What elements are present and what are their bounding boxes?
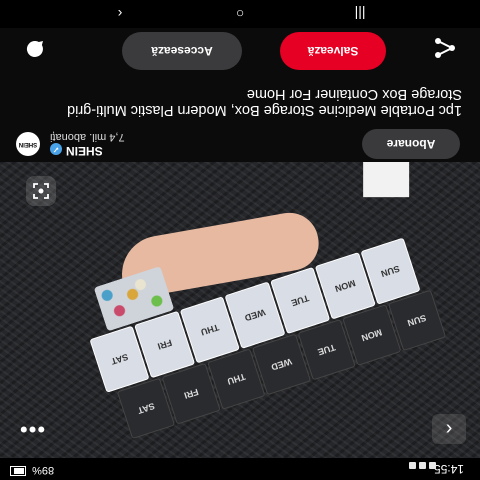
comment-icon[interactable]: [24, 38, 46, 60]
channel-row: SHEIN SHEIN✓ 7,4 mil. abonați Abonare: [0, 126, 480, 162]
home-button[interactable]: ○: [220, 4, 260, 24]
package-box: [363, 162, 410, 198]
status-time: 14:55: [433, 462, 464, 476]
avatar[interactable]: SHEIN: [16, 132, 40, 156]
verified-badge-icon: ✓: [50, 143, 62, 155]
back-nav-button[interactable]: ‹: [100, 4, 140, 24]
home-icon: ○: [235, 6, 245, 22]
system-nav-bar: ||| ○ ‹: [0, 0, 480, 28]
more-options-button[interactable]: •••: [12, 414, 52, 444]
visual-search-button[interactable]: [26, 176, 56, 206]
more-dots-icon: •••: [18, 417, 46, 442]
notification-icons: [396, 462, 436, 475]
recent-apps-icon: |||: [354, 6, 366, 22]
pin-image[interactable]: SUN MON TUE WED THU FRI SAT SUN MON TUE …: [0, 162, 480, 458]
app-screen: 14:55 89% SUN MON TUE WED THU FRI SAT SU…: [0, 0, 480, 480]
pin-title: 1pc Portable Medicine Storage Box, Moder…: [67, 86, 462, 118]
follow-button[interactable]: Abonare: [362, 129, 460, 159]
chevron-left-icon: ‹: [445, 418, 453, 441]
recent-apps-button[interactable]: |||: [340, 4, 380, 24]
back-button[interactable]: ‹: [432, 414, 466, 444]
status-bar: 14:55 89%: [0, 458, 480, 480]
share-icon[interactable]: [432, 36, 458, 60]
visit-button[interactable]: Accesează: [122, 32, 242, 70]
channel-name[interactable]: SHEIN✓: [50, 143, 103, 158]
back-nav-icon: ‹: [117, 6, 123, 22]
battery-icon: [10, 466, 26, 476]
action-row: Accesează Salvează: [0, 30, 480, 70]
save-button[interactable]: Salvează: [280, 32, 386, 70]
subscriber-count: 7,4 mil. abonați: [50, 131, 125, 143]
status-right: 89%: [10, 464, 54, 476]
visual-search-icon: [33, 183, 49, 199]
battery-level: 89%: [32, 464, 55, 476]
